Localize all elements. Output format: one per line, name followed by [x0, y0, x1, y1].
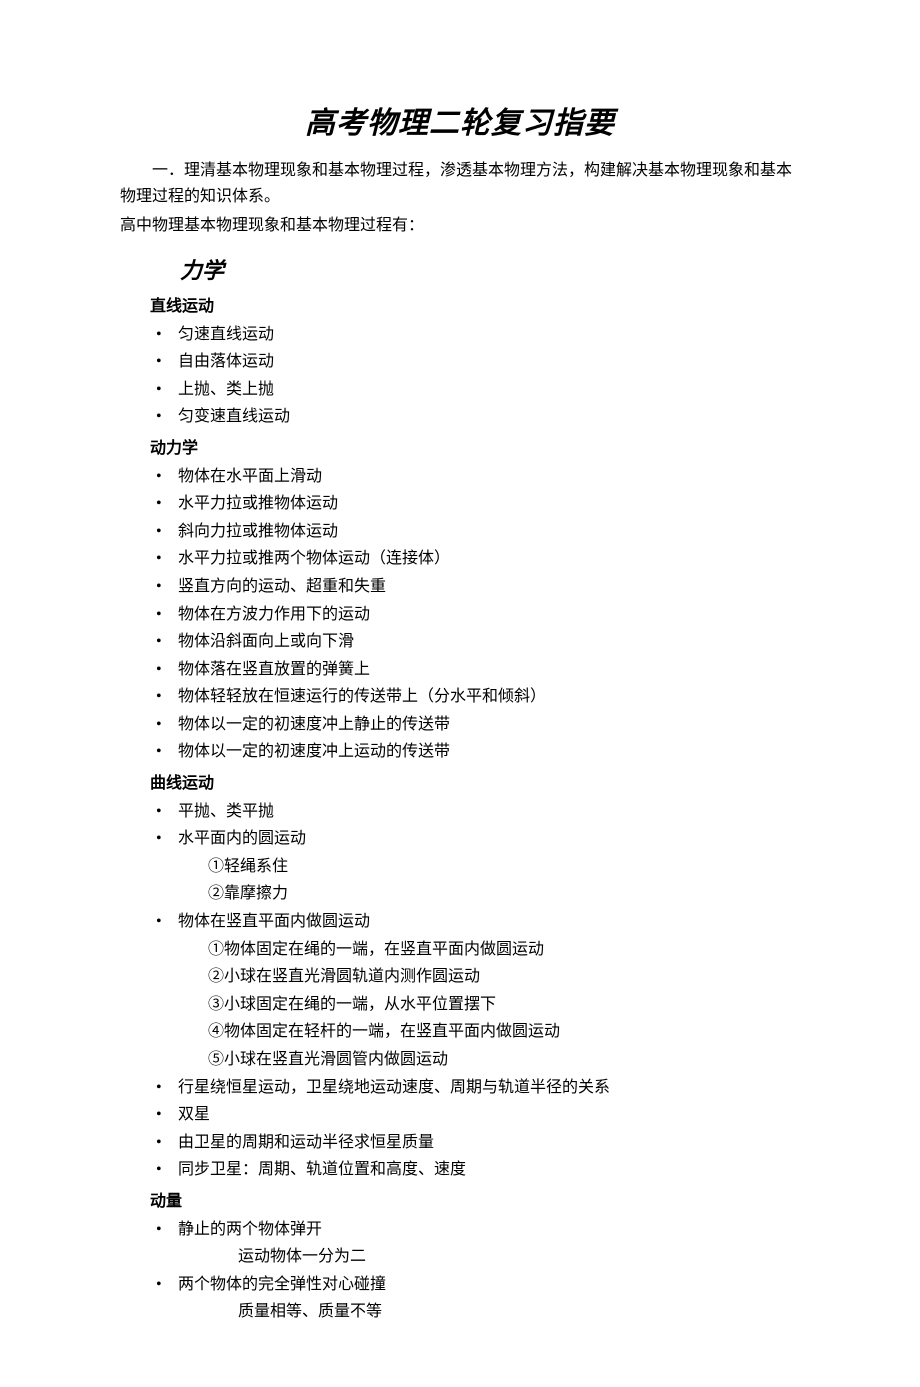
list-item: 水平面内的圆运动 — [150, 826, 800, 852]
list-item: 斜向力拉或推物体运动 — [150, 519, 800, 545]
list-item: 双星 — [150, 1102, 800, 1128]
list-item-subline: ②靠摩擦力 — [208, 881, 800, 907]
list-item: 物体以一定的初速度冲上运动的传送带 — [150, 739, 800, 765]
list-item: 物体以一定的初速度冲上静止的传送带 — [150, 712, 800, 738]
list-item: 上抛、类上抛 — [150, 377, 800, 403]
list-item: 匀变速直线运动 — [150, 404, 800, 430]
list-item: 由卫星的周期和运动半径求恒星质量 — [150, 1130, 800, 1156]
list-item: 物体在方波力作用下的运动 — [150, 602, 800, 628]
subheading: 曲线运动 — [150, 771, 800, 797]
list-item: 物体轻轻放在恒速运行的传送带上（分水平和倾斜） — [150, 684, 800, 710]
bullet-list: 物体在水平面上滑动水平力拉或推物体运动斜向力拉或推物体运动水平力拉或推两个物体运… — [150, 464, 800, 766]
list-item: 物体在竖直平面内做圆运动 — [150, 909, 800, 935]
list-item: 水平力拉或推物体运动 — [150, 491, 800, 517]
bullet-list: 平抛、类平抛水平面内的圆运动①轻绳系住②靠摩擦力物体在竖直平面内做圆运动①物体固… — [150, 799, 800, 1183]
list-item: 行星绕恒星运动，卫星绕地运动速度、周期与轨道半径的关系 — [150, 1075, 800, 1101]
list-item: 物体在水平面上滑动 — [150, 464, 800, 490]
list-item: 物体沿斜面向上或向下滑 — [150, 629, 800, 655]
page-title: 高考物理二轮复习指要 — [120, 100, 800, 148]
subheading: 动力学 — [150, 436, 800, 462]
list-item-subline: ①物体固定在绳的一端，在竖直平面内做圆运动 — [208, 937, 800, 963]
list-item-subline: ②小球在竖直光滑圆轨道内测作圆运动 — [208, 964, 800, 990]
list-item: 物体落在竖直放置的弹簧上 — [150, 657, 800, 683]
list-item-subline: 质量相等、质量不等 — [238, 1299, 800, 1325]
list-item: 竖直方向的运动、超重和失重 — [150, 574, 800, 600]
list-item: 静止的两个物体弹开 — [150, 1217, 800, 1243]
section-header-mechanics: 力学 — [180, 253, 800, 288]
list-item-subline: ④物体固定在轻杆的一端，在竖直平面内做圆运动 — [208, 1019, 800, 1045]
list-item-subline: 运动物体一分为二 — [238, 1244, 800, 1270]
intro-paragraph-1: 一．理清基本物理现象和基本物理过程，渗透基本物理方法，构建解决基本物理现象和基本… — [120, 158, 800, 209]
list-item-subline: ①轻绳系住 — [208, 854, 800, 880]
bullet-list: 匀速直线运动自由落体运动上抛、类上抛匀变速直线运动 — [150, 322, 800, 430]
intro-paragraph-2: 高中物理基本物理现象和基本物理过程有： — [120, 213, 800, 239]
list-item: 两个物体的完全弹性对心碰撞 — [150, 1272, 800, 1298]
list-item: 水平力拉或推两个物体运动（连接体） — [150, 546, 800, 572]
bullet-list: 静止的两个物体弹开运动物体一分为二两个物体的完全弹性对心碰撞质量相等、质量不等 — [150, 1217, 800, 1325]
list-item: 自由落体运动 — [150, 349, 800, 375]
list-item-subline: ⑤小球在竖直光滑圆管内做圆运动 — [208, 1047, 800, 1073]
list-item: 平抛、类平抛 — [150, 799, 800, 825]
list-item: 匀速直线运动 — [150, 322, 800, 348]
subheading: 动量 — [150, 1189, 800, 1215]
subheading: 直线运动 — [150, 294, 800, 320]
list-item-subline: ③小球固定在绳的一端，从水平位置摆下 — [208, 992, 800, 1018]
list-item: 同步卫星：周期、轨道位置和高度、速度 — [150, 1157, 800, 1183]
